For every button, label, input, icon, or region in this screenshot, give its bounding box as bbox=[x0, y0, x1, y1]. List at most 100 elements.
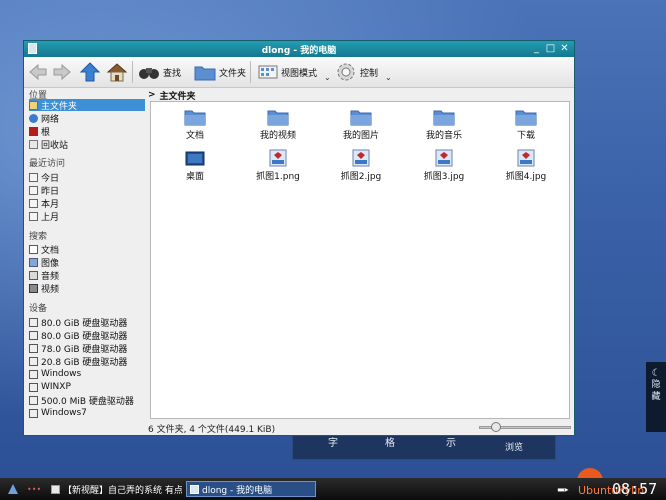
sidebar-item-label: 回收站 bbox=[41, 140, 69, 151]
harddrive-icon bbox=[29, 356, 38, 366]
sidebar-item-images[interactable]: 图像 bbox=[29, 256, 145, 269]
taskbar-item-label: dlong - 我的电脑 bbox=[202, 485, 273, 496]
control-button[interactable]: 控制 bbox=[335, 60, 378, 84]
folder-item[interactable]: 文档 bbox=[155, 108, 235, 141]
calendar-icon bbox=[29, 172, 38, 182]
moon-icon: ☾ bbox=[651, 368, 661, 379]
image-file-item[interactable]: 抓图4.jpg bbox=[486, 149, 566, 182]
back-button[interactable] bbox=[28, 60, 48, 84]
sidebar-item-yesterday[interactable]: 昨日 bbox=[29, 184, 145, 197]
start-menu-button[interactable] bbox=[4, 481, 22, 497]
sidebar-item-video[interactable]: 视频 bbox=[29, 282, 145, 295]
zoom-slider-handle[interactable] bbox=[491, 422, 502, 432]
taskbar-item-label: 【新视醒】自己弄的系统 有点 bbox=[63, 485, 182, 496]
harddrive-icon bbox=[29, 369, 38, 379]
sidebar-item-this-month[interactable]: 本月 bbox=[29, 197, 145, 210]
file-label: 桌面 bbox=[185, 172, 204, 182]
folder-item[interactable]: 我的视频 bbox=[238, 108, 318, 141]
harddrive-icon bbox=[29, 330, 38, 340]
desktop-folder-icon bbox=[185, 151, 205, 166]
hide-widget[interactable]: ☾ 隐 藏 bbox=[646, 362, 666, 432]
sidebar-item-label: 视频 bbox=[41, 284, 60, 295]
sidebar-item-label: 20.8 GiB 硬盘驱动器 bbox=[41, 357, 128, 368]
sidebar-item-documents[interactable]: 文档 bbox=[29, 243, 145, 256]
view-mode-dropdown-icon[interactable]: ⌄ bbox=[324, 73, 331, 82]
harddrive-icon bbox=[29, 343, 38, 353]
home-button[interactable] bbox=[106, 60, 128, 84]
folder-item[interactable]: 我的图片 bbox=[321, 108, 401, 141]
video-icon bbox=[29, 283, 38, 293]
sidebar-item-label: 上月 bbox=[41, 212, 60, 223]
document-icon bbox=[29, 244, 38, 254]
start-menu-icon bbox=[8, 484, 18, 494]
taskbar-item-active[interactable]: dlong - 我的电脑 bbox=[186, 481, 316, 497]
sidebar-item-device[interactable]: 80.0 GiB 硬盘驱动器 bbox=[29, 316, 145, 329]
sidebar-item-label: 根 bbox=[41, 127, 51, 138]
background-label: 字 bbox=[328, 438, 338, 449]
view-mode-label: 视图模式 bbox=[281, 68, 318, 79]
sidebar-item-device[interactable]: 80.0 GiB 硬盘驱动器 bbox=[29, 329, 145, 342]
image-file-icon bbox=[352, 149, 370, 167]
folder-item[interactable]: 下载 bbox=[486, 108, 566, 141]
sidebar-item-label: Windows bbox=[41, 369, 82, 379]
sidebar-item-trash[interactable]: 回收站 bbox=[29, 138, 145, 151]
sidebar-item-root[interactable]: 根 bbox=[29, 125, 145, 138]
toolbar-separator bbox=[132, 61, 133, 83]
sidebar-item-device[interactable]: WINXP bbox=[29, 381, 145, 393]
breadcrumb: > 主文件夹 bbox=[148, 88, 572, 102]
recent-heading: 最近访问 bbox=[29, 159, 66, 169]
widget-char: 隐 bbox=[651, 380, 661, 390]
sidebar-item-device[interactable]: 500.0 MiB 硬盘驱动器 bbox=[29, 394, 145, 407]
titlebar[interactable]: dlong - 我的电脑 _ □ ✕ bbox=[24, 41, 574, 57]
image-file-item[interactable]: 抓图1.png bbox=[238, 149, 318, 182]
folder-icon bbox=[350, 110, 372, 126]
up-button[interactable] bbox=[80, 60, 100, 84]
status-bar: 6 文件夹, 4 个文件(449.1 KiB) bbox=[24, 419, 574, 435]
breadcrumb-current[interactable]: 主文件夹 bbox=[160, 89, 196, 102]
clock[interactable]: 08:57 bbox=[612, 480, 657, 498]
calendar-icon bbox=[29, 185, 38, 195]
harddrive-icon bbox=[29, 317, 38, 327]
folders-button[interactable]: 文件夹 bbox=[194, 60, 246, 84]
sidebar-item-home[interactable]: 主文件夹 bbox=[29, 99, 145, 112]
sidebar-item-last-month[interactable]: 上月 bbox=[29, 210, 145, 223]
harddrive-icon bbox=[29, 382, 38, 392]
image-file-item[interactable]: 抓图2.jpg bbox=[321, 149, 401, 182]
sidebar-item-label: 今日 bbox=[41, 173, 60, 184]
globe-icon bbox=[29, 113, 38, 123]
view-mode-button[interactable]: 视图模式 bbox=[258, 60, 317, 84]
sidebar-item-device[interactable]: 78.0 GiB 硬盘驱动器 bbox=[29, 342, 145, 355]
icon-view-icon bbox=[258, 65, 278, 79]
sidebar-item-label: WINXP bbox=[41, 382, 71, 392]
folder-icon bbox=[194, 66, 216, 81]
sidebar-item-device[interactable]: 20.8 GiB 硬盘驱动器 bbox=[29, 355, 145, 368]
taskbar-item[interactable]: 【新视醒】自己弄的系统 有点 bbox=[48, 481, 182, 497]
forward-button[interactable] bbox=[52, 60, 72, 84]
search-heading: 搜索 bbox=[29, 232, 48, 242]
sidebar-item-device[interactable]: Windows7 bbox=[29, 407, 145, 419]
file-view[interactable]: 文档 我的视频 我的图片 我的音乐 下载 桌面 抓图1.png 抓图2.jpg … bbox=[150, 101, 570, 419]
sidebar-item-label: 文档 bbox=[41, 245, 60, 256]
folder-item[interactable]: 桌面 bbox=[155, 149, 235, 182]
background-sublabel: 浏览 bbox=[505, 443, 524, 453]
calendar-icon bbox=[29, 198, 38, 208]
search-button[interactable]: 查找 bbox=[138, 60, 181, 84]
sidebar-item-label: 网络 bbox=[41, 114, 60, 125]
folder-item[interactable]: 我的音乐 bbox=[404, 108, 484, 141]
sidebar-item-label: 78.0 GiB 硬盘驱动器 bbox=[41, 344, 128, 355]
tray-arrow-icon[interactable]: ▬▸ bbox=[554, 481, 574, 497]
sidebar-item-label: 音频 bbox=[41, 271, 60, 282]
sidebar-item-device[interactable]: Windows bbox=[29, 368, 145, 380]
image-file-item[interactable]: 抓图3.jpg bbox=[404, 149, 484, 182]
home-icon bbox=[106, 63, 128, 82]
control-dropdown-icon[interactable]: ⌄ bbox=[385, 73, 392, 82]
sidebar-item-today[interactable]: 今日 bbox=[29, 171, 145, 184]
tray-dots-icon[interactable]: ••• bbox=[24, 481, 44, 497]
minimize-icon[interactable]: _ bbox=[531, 43, 542, 54]
close-icon[interactable]: ✕ bbox=[559, 43, 570, 54]
sidebar-item-audio[interactable]: 音频 bbox=[29, 269, 145, 282]
window-title: dlong - 我的电脑 bbox=[261, 46, 337, 56]
maximize-icon[interactable]: □ bbox=[545, 43, 556, 54]
sidebar-item-network[interactable]: 网络 bbox=[29, 112, 145, 125]
binoculars-icon bbox=[139, 68, 159, 79]
